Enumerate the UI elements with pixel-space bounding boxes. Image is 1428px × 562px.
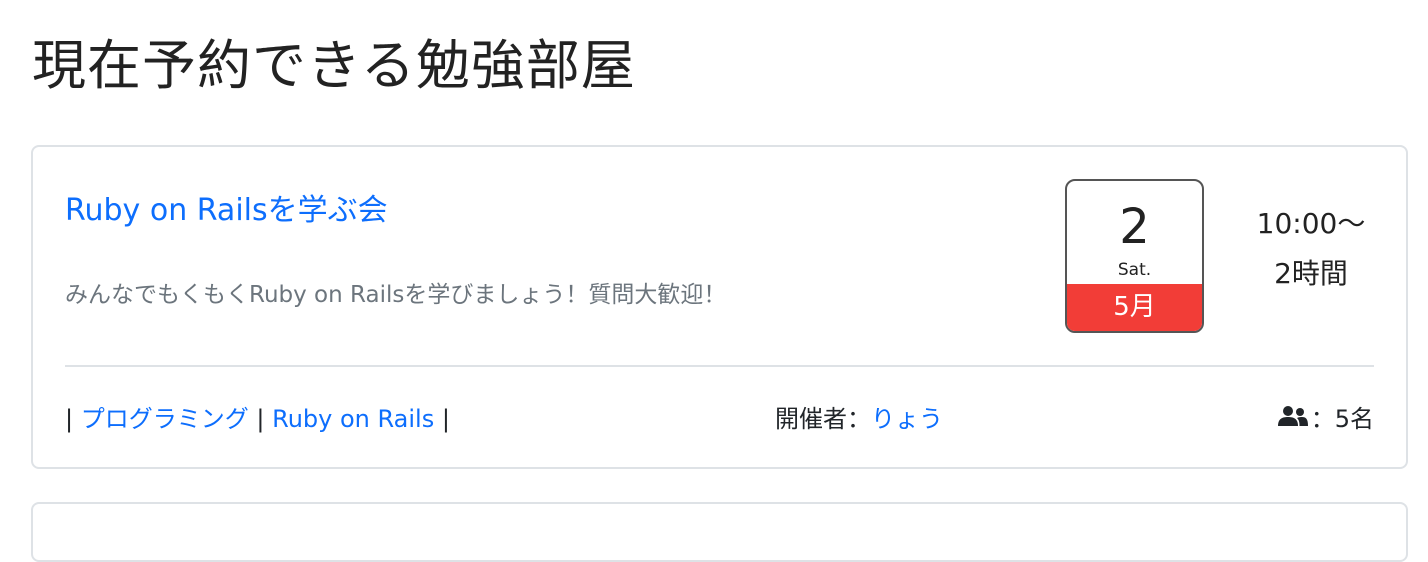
tag-separator: | [441,405,450,433]
event-start-time: 10:00〜 [1256,207,1366,240]
tag-link-programming[interactable]: プログラミング [81,405,249,433]
capacity-text: ：5名 [1310,405,1374,433]
calendar-month: 5月 [1067,284,1202,331]
event-duration: 2時間 [1274,257,1348,290]
calendar-day: 2 [1119,199,1150,255]
event-footer: | プログラミング | Ruby on Rails | 開催者：りょう ：5名 [65,399,1374,439]
page-title: 現在予約できる勉強部屋 [32,34,636,97]
tag-separator: | [65,405,74,433]
tag-link-ruby-on-rails[interactable]: Ruby on Rails [272,405,434,433]
card-divider [65,365,1374,367]
users-icon [1277,399,1311,439]
event-title-link[interactable]: Ruby on Railsを学ぶ会 [65,191,388,231]
event-card: Ruby on Railsを学ぶ会 みんなでもくもくRuby on Railsを… [31,145,1408,469]
event-date-calendar: 2 Sat. 5月 [1065,179,1204,333]
event-capacity: ：5名 [1277,399,1374,439]
organizer-label: 開催者： [775,405,871,433]
event-card [31,502,1408,562]
tag-separator: | [256,405,265,433]
organizer-link[interactable]: りょう [871,405,943,433]
calendar-weekday: Sat. [1117,260,1152,280]
event-description: みんなでもくもくRuby on Railsを学びましょう！質問大歓迎！ [65,282,727,308]
event-time: 10:00〜 2時間 [1231,199,1391,299]
event-organizer: 開催者：りょう [775,399,943,439]
event-tags: | プログラミング | Ruby on Rails | [65,399,450,439]
